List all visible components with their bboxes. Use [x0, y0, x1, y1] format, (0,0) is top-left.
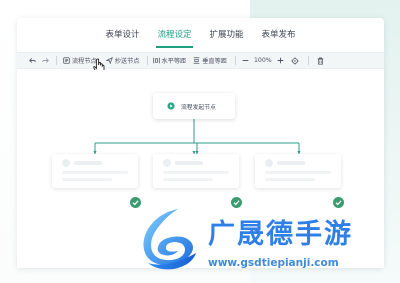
toolbar-divider — [56, 56, 57, 65]
placeholder-line — [163, 178, 213, 181]
trash-icon — [317, 57, 324, 64]
watermark-logo-icon — [143, 209, 196, 270]
horizontal-distribute-icon — [152, 57, 160, 64]
start-node[interactable]: 流程发起节点 — [153, 93, 235, 119]
tab-process-settings[interactable]: 流程设定 — [156, 26, 193, 48]
horizontal-equal-label: 水平等距 — [161, 58, 187, 65]
tab-bar: 表单设计 流程设定 扩展功能 表单发布 — [17, 26, 384, 48]
placeholder-line — [277, 161, 305, 165]
node-icon — [63, 57, 70, 64]
placeholder-line — [74, 161, 102, 165]
redo-icon — [42, 58, 49, 63]
locate-button[interactable] — [291, 56, 299, 65]
placeholder-line — [62, 171, 128, 174]
cc-node-button[interactable]: 抄送节点 — [105, 56, 140, 65]
zoom-in-button[interactable] — [277, 57, 284, 64]
tab-form-publish[interactable]: 表单发布 — [261, 26, 297, 48]
toolbar: 流程节点 抄送节点 水平等距 垂直等距 100% — [17, 52, 384, 69]
placeholder-line — [62, 178, 112, 181]
check-icon — [231, 197, 242, 208]
toolbar-divider — [146, 56, 148, 65]
zoom-out-button[interactable] — [242, 57, 249, 64]
start-node-label: 流程发起节点 — [181, 104, 216, 111]
check-icon — [333, 197, 344, 208]
placeholder-line — [163, 171, 229, 174]
watermark-url: www.gsdtiepianji.com — [208, 257, 339, 269]
placeholder-line — [265, 178, 315, 181]
placeholder-avatar — [163, 159, 171, 167]
send-icon — [105, 57, 113, 64]
zoom-level: 100% — [254, 57, 272, 64]
watermark-brand: 广晟德手游 — [208, 219, 353, 250]
undo-button[interactable] — [29, 57, 36, 64]
undo-icon — [29, 58, 36, 63]
vertical-distribute-icon — [193, 57, 200, 64]
plus-icon — [277, 57, 284, 64]
vertical-equal-label: 垂直等距 — [202, 58, 227, 65]
tab-extensions[interactable]: 扩展功能 — [209, 26, 245, 48]
horizontal-equal-button[interactable]: 水平等距 — [152, 56, 187, 65]
child-node-3[interactable] — [255, 154, 341, 188]
toolbar-divider — [235, 56, 236, 65]
play-icon — [167, 102, 175, 110]
tab-form-design[interactable]: 表单设计 — [104, 26, 140, 48]
placeholder-avatar — [62, 159, 70, 167]
minus-icon — [242, 60, 249, 61]
placeholder-line — [175, 161, 203, 165]
redo-button[interactable] — [42, 57, 49, 64]
vertical-equal-button[interactable]: 垂直等距 — [193, 56, 227, 65]
target-icon — [291, 56, 299, 65]
child-node-1[interactable] — [52, 154, 138, 188]
child-node-2[interactable] — [153, 154, 239, 188]
delete-button[interactable] — [317, 57, 324, 65]
placeholder-line — [265, 171, 331, 174]
placeholder-avatar — [265, 159, 273, 167]
approval-node-button[interactable]: 流程节点 — [63, 56, 97, 65]
toolbar-divider — [307, 56, 309, 65]
cc-node-label: 抄送节点 — [114, 58, 140, 65]
